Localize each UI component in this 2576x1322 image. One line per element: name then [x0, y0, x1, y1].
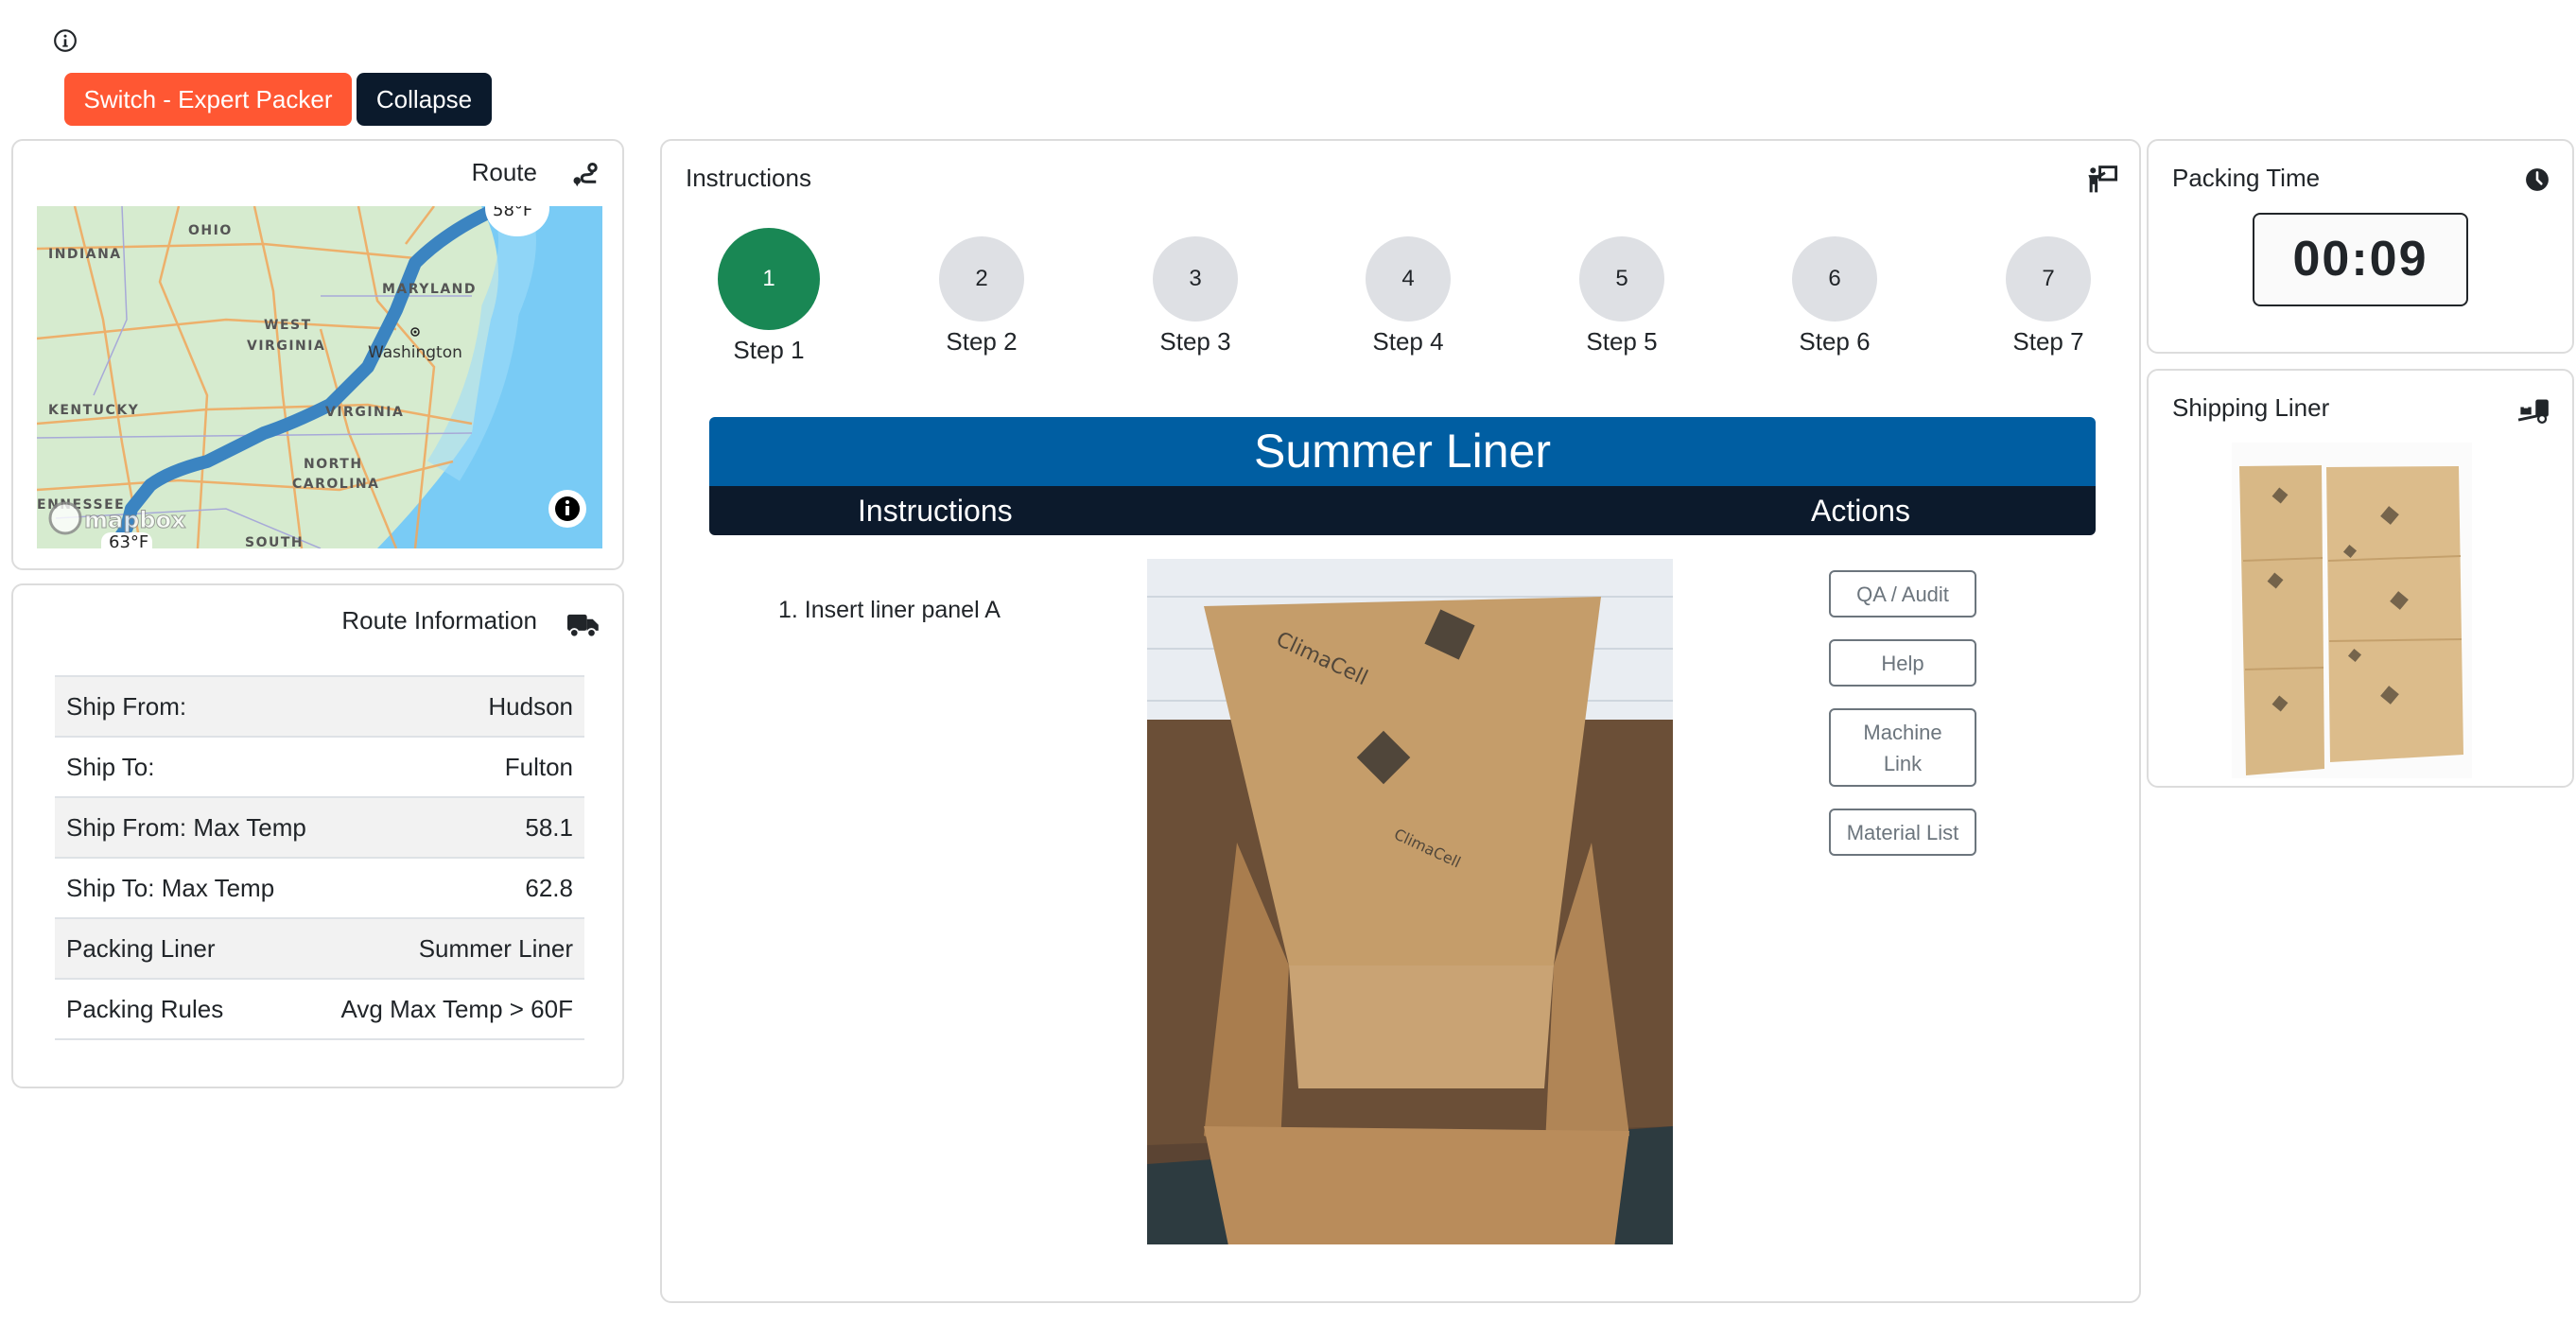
step-7[interactable]: 7 Step 7: [1973, 236, 2124, 357]
row-label: Ship From:: [66, 691, 187, 721]
table-row: Packing Liner Summer Liner: [55, 918, 584, 979]
help-button[interactable]: Help: [1829, 639, 1976, 687]
row-value: 58.1: [525, 812, 573, 842]
table-row: Ship To: Max Temp 62.8: [55, 858, 584, 918]
step-circle[interactable]: 7: [2006, 236, 2091, 322]
svg-text:VIRGINIA: VIRGINIA: [325, 405, 404, 420]
destination-temp: 63°F: [109, 532, 148, 548]
step-5[interactable]: 5 Step 5: [1546, 236, 1697, 357]
row-label: Packing Liner: [66, 933, 216, 963]
clock-icon: [2526, 168, 2549, 191]
step-1[interactable]: 1 Step 1: [693, 228, 844, 365]
instructions-title: Instructions: [686, 164, 811, 192]
row-label: Ship From: Max Temp: [66, 812, 306, 842]
column-header-instructions: Instructions: [858, 494, 1013, 528]
svg-text:VIRGINIA: VIRGINIA: [247, 339, 325, 354]
instructions-card: Instructions 1 Step 1 2 Step 2 3 Step 3 …: [660, 139, 2141, 1303]
map-info-icon[interactable]: [548, 490, 586, 528]
table-row: Ship From: Hudson: [55, 676, 584, 737]
step-6[interactable]: 6 Step 6: [1759, 236, 1910, 357]
step-circle[interactable]: 5: [1579, 236, 1664, 322]
origin-temp: 58°F: [493, 206, 532, 220]
route-information-title: Route Information: [341, 606, 537, 635]
route-card: Route OHIO INDIANA MARYLAND WEST VIRGINI…: [11, 139, 624, 570]
switch-expert-packer-button[interactable]: Switch - Expert Packer: [64, 73, 352, 126]
map-canvas[interactable]: OHIO INDIANA MARYLAND WEST VIRGINIA KENT…: [37, 206, 602, 548]
collapse-button[interactable]: Collapse: [357, 73, 492, 126]
svg-text:INDIANA: INDIANA: [48, 247, 122, 262]
row-value: Summer Liner: [418, 933, 573, 963]
packing-time-title: Packing Time: [2172, 164, 2321, 192]
step-2[interactable]: 2 Step 2: [906, 236, 1057, 357]
liner-photo-graphic: [2232, 443, 2472, 778]
route-title: Route: [471, 158, 537, 186]
step-label: Step 6: [1799, 327, 1871, 356]
row-label: Ship To: Max Temp: [66, 873, 275, 902]
step-label: Step 4: [1372, 327, 1444, 356]
svg-text:MARYLAND: MARYLAND: [382, 282, 477, 297]
route-information-card: Route Information Ship From: Hudson Ship …: [11, 583, 624, 1088]
shipping-liner-photo: [2232, 443, 2472, 778]
table-row: Packing Rules Avg Max Temp > 60F: [55, 979, 584, 1039]
svg-text:OHIO: OHIO: [188, 223, 233, 238]
svg-text:KENTUCKY: KENTUCKY: [48, 403, 139, 418]
material-list-button[interactable]: Material List: [1829, 809, 1976, 856]
packing-time-card: Packing Time 00:09: [2147, 139, 2574, 354]
route-info-table: Ship From: Hudson Ship To: Fulton Ship Fro…: [55, 675, 584, 1040]
instruction-photo: ClimaCell ClimaCell: [1147, 559, 1673, 1244]
svg-text:CAROLINA: CAROLINA: [292, 477, 379, 492]
step-label: Step 3: [1159, 327, 1231, 356]
presenter-icon: [2088, 165, 2118, 193]
row-value: Fulton: [504, 752, 573, 781]
route-icon: [573, 163, 598, 187]
step-3[interactable]: 3 Step 3: [1120, 236, 1271, 357]
step-circle[interactable]: 2: [939, 236, 1024, 322]
column-header-actions: Actions: [1811, 494, 1910, 528]
box-photo-graphic: ClimaCell ClimaCell: [1147, 559, 1673, 1244]
svg-text:NORTH: NORTH: [304, 457, 363, 472]
shipping-liner-card: Shipping Liner: [2147, 369, 2574, 788]
packing-timer: 00:09: [2253, 213, 2468, 306]
washington-label: Washington: [368, 343, 462, 362]
mapbox-logo: mapbox: [48, 501, 187, 535]
row-label: Packing Rules: [66, 994, 224, 1023]
info-circle-icon[interactable]: [53, 28, 78, 53]
table-row: Ship From: Max Temp 58.1: [55, 797, 584, 858]
instructions-table-header: Instructions Actions: [709, 486, 2096, 535]
step-4[interactable]: 4 Step 4: [1332, 236, 1484, 357]
step-label: Step 5: [1586, 327, 1658, 356]
table-row: Ship To: Fulton: [55, 737, 584, 797]
step-label: Step 7: [2012, 327, 2084, 356]
svg-text:WEST: WEST: [264, 318, 312, 333]
route-map[interactable]: OHIO INDIANA MARYLAND WEST VIRGINIA KENT…: [37, 206, 602, 548]
truck-icon: [567, 614, 599, 638]
step-circle[interactable]: 3: [1153, 236, 1238, 322]
row-value: 62.8: [525, 873, 573, 902]
svg-text:SOUTH: SOUTH: [245, 535, 304, 548]
qa-audit-button[interactable]: QA / Audit: [1829, 570, 1976, 618]
step-circle[interactable]: 1: [718, 228, 820, 330]
row-value: Avg Max Temp > 60F: [340, 994, 573, 1023]
shipping-liner-title: Shipping Liner: [2172, 393, 2330, 422]
step-label: Step 2: [946, 327, 1018, 356]
row-value: Hudson: [488, 691, 573, 721]
instruction-step-text: 1. Insert liner panel A: [778, 597, 1001, 623]
machine-link-button[interactable]: Machine Link: [1829, 708, 1976, 787]
hand-truck-icon: [2517, 399, 2549, 425]
step-circle[interactable]: 4: [1366, 236, 1451, 322]
row-label: Ship To:: [66, 752, 155, 781]
step-circle[interactable]: 6: [1792, 236, 1877, 322]
svg-text:mapbox: mapbox: [84, 507, 186, 533]
step-label: Step 1: [733, 336, 805, 364]
liner-banner-title: Summer Liner: [709, 417, 2096, 486]
